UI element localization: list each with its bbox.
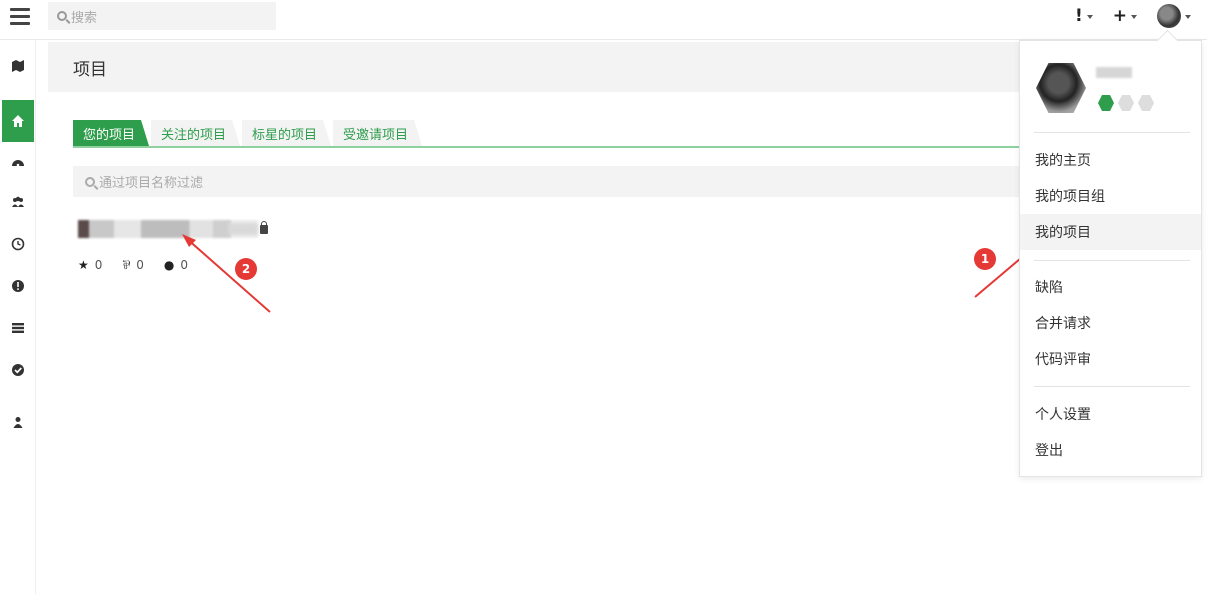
- menu-item-logout[interactable]: 登出: [1020, 432, 1201, 468]
- stars-count: 0: [94, 257, 103, 272]
- search-input[interactable]: 搜索: [48, 2, 276, 30]
- project-stats: ★ 0 ⅌ 0 ● 0: [78, 256, 188, 273]
- left-sidebar: [0, 40, 36, 594]
- username-blur: [1096, 67, 1132, 78]
- map-icon[interactable]: [2, 50, 34, 82]
- issues-icon[interactable]: [2, 270, 34, 302]
- forks-count: 0: [136, 257, 144, 272]
- menu-item-my-projects[interactable]: 我的项目: [1020, 214, 1201, 250]
- comment-icon: ●: [163, 257, 175, 272]
- avatar: [1157, 4, 1181, 28]
- profile-icon[interactable]: [2, 406, 34, 438]
- comments-stat: ● 0: [164, 256, 188, 273]
- issues-dropdown-button[interactable]: !: [1075, 6, 1093, 26]
- avatar: [1036, 63, 1086, 113]
- menu-item-settings[interactable]: 个人设置: [1020, 396, 1201, 432]
- divider: [1034, 132, 1190, 133]
- todo-icon[interactable]: [2, 354, 34, 386]
- top-bar: 搜索 ! +: [0, 0, 1207, 40]
- top-right-actions: ! +: [1075, 2, 1191, 30]
- user-menu-button[interactable]: [1157, 4, 1191, 28]
- page-title: 项目: [73, 59, 107, 80]
- divider: [1034, 386, 1190, 387]
- tab-followed-projects[interactable]: 关注的项目: [151, 120, 240, 146]
- plus-icon: +: [1112, 6, 1127, 26]
- search-placeholder: 搜索: [71, 10, 98, 26]
- user-dropdown-menu: 我的主页 我的项目组 我的项目 缺陷 合并请求 代码评审 个人设置 登出: [1019, 40, 1202, 477]
- project-name-blur: [228, 223, 258, 235]
- search-icon: [57, 11, 67, 21]
- page-header: 项目: [48, 42, 1019, 92]
- forks-stat: ⅌ 0: [122, 256, 144, 273]
- project-tabs: 您的项目 关注的项目 标星的项目 受邀请项目: [73, 120, 1019, 148]
- dashboard-icon[interactable]: [2, 146, 34, 178]
- menu-item-my-homepage[interactable]: 我的主页: [1020, 142, 1201, 178]
- divider: [1034, 260, 1190, 261]
- annotation-marker-1: 1: [974, 248, 996, 270]
- comments-count: 0: [180, 257, 189, 272]
- tab-starred-projects[interactable]: 标星的项目: [242, 120, 331, 146]
- menu-item-merge-requests[interactable]: 合并请求: [1020, 305, 1201, 341]
- menu-item-issues[interactable]: 缺陷: [1020, 269, 1201, 305]
- project-list-item: ★ 0 ⅌ 0 ● 0: [78, 220, 378, 280]
- chevron-down-icon: [1185, 15, 1191, 19]
- fork-icon: ⅌: [122, 258, 131, 272]
- star-icon: ★: [78, 257, 89, 272]
- menu-item-code-review[interactable]: 代码评审: [1020, 341, 1201, 377]
- home-icon[interactable]: [2, 100, 34, 142]
- lock-badge-icon: [1098, 95, 1114, 111]
- user-badges: [1098, 95, 1154, 111]
- key-badge-icon: [1138, 95, 1154, 111]
- chevron-down-icon: [1131, 15, 1137, 19]
- snippets-icon[interactable]: [2, 312, 34, 344]
- search-icon: [85, 176, 95, 187]
- menu-item-my-groups[interactable]: 我的项目组: [1020, 178, 1201, 214]
- stars-stat: ★ 0: [78, 256, 102, 273]
- chevron-down-icon: [1086, 15, 1093, 19]
- project-filter-input[interactable]: 通过项目名称过滤: [73, 166, 1019, 197]
- annotation-marker-2: 2: [235, 258, 257, 280]
- tab-invited-projects[interactable]: 受邀请项目: [333, 120, 422, 146]
- groups-icon[interactable]: [2, 186, 34, 218]
- exclamation-icon: !: [1074, 6, 1083, 26]
- tab-your-projects[interactable]: 您的项目: [73, 120, 149, 146]
- filter-placeholder: 通过项目名称过滤: [99, 176, 204, 191]
- add-dropdown-button[interactable]: +: [1113, 6, 1137, 26]
- lock-icon: [260, 221, 268, 234]
- mail-badge-icon: [1118, 95, 1134, 111]
- activity-icon[interactable]: [2, 228, 34, 260]
- menu-icon[interactable]: [10, 8, 30, 26]
